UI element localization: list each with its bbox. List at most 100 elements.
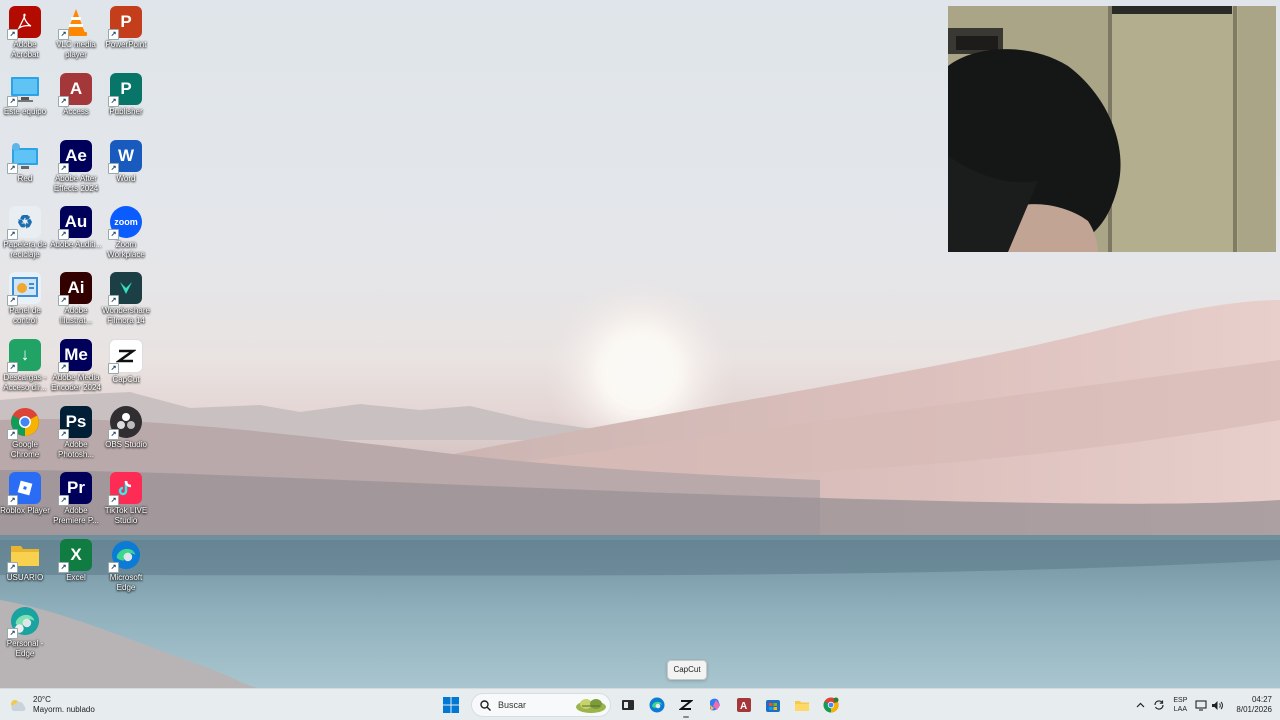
shortcut-arrow-icon: ↗ bbox=[108, 363, 119, 374]
desktop-icon-adobe-photosh[interactable]: Ps ↗ Adobe Photosh... bbox=[51, 402, 101, 460]
desktop-icon-este-equipo[interactable]: ↗ Este equipo bbox=[0, 69, 50, 117]
cloudy-weather-icon bbox=[8, 698, 28, 712]
desktop-icon-label: OBS Studio bbox=[105, 440, 147, 449]
desktop-icon-adobe-media-encoder-2024[interactable]: Me ↗ Adobe Media Encoder 2024 bbox=[51, 335, 101, 393]
copilot-taskbar-button[interactable] bbox=[702, 692, 728, 718]
shortcut-arrow-icon: ↗ bbox=[7, 562, 18, 573]
obs-studio-icon: ↗ bbox=[108, 406, 142, 440]
shortcut-arrow-icon: ↗ bbox=[108, 429, 119, 440]
shortcut-arrow-icon: ↗ bbox=[108, 229, 119, 240]
access-icon: A bbox=[737, 698, 751, 712]
store-taskbar-button[interactable] bbox=[760, 692, 786, 718]
desktop-icon-adobe-auditi[interactable]: Au ↗ Adobe Auditi... bbox=[50, 202, 102, 250]
desktop-icon-label: Word bbox=[116, 174, 136, 183]
sync-tray-button[interactable] bbox=[1153, 699, 1165, 711]
shortcut-arrow-icon: ↗ bbox=[7, 429, 18, 440]
keyboard-layout: LAA bbox=[1173, 706, 1188, 713]
adobe-auditi-icon: Au ↗ bbox=[58, 206, 92, 240]
desktop-icon-label: Publisher bbox=[109, 107, 143, 116]
quick-settings-button[interactable] bbox=[1195, 699, 1224, 711]
taskbar-clock[interactable]: 04:27 8/01/2026 bbox=[1236, 695, 1272, 715]
desktop-icon-adobe-premiere-p[interactable]: Pr ↗ Adobe Premiere P... bbox=[51, 468, 101, 526]
capcut-taskbar-button[interactable] bbox=[673, 692, 699, 718]
personal-edge-icon: ↗ bbox=[7, 605, 41, 639]
roblox-player-icon: ↗ bbox=[7, 472, 41, 506]
store-icon bbox=[766, 700, 780, 712]
red-icon: ↗ bbox=[7, 140, 41, 174]
show-hidden-icons-button[interactable] bbox=[1136, 702, 1145, 708]
folder-icon bbox=[795, 701, 809, 711]
task-view-icon bbox=[622, 700, 634, 710]
webcam-overlay bbox=[948, 6, 1276, 252]
shortcut-arrow-icon: ↗ bbox=[58, 562, 69, 573]
desktop-icon-google-chrome[interactable]: ↗ Google Chrome bbox=[0, 402, 50, 460]
desktop-icon-microsoft-edge[interactable]: ↗ Microsoft Edge bbox=[101, 535, 151, 593]
powerpoint-icon: P ↗ bbox=[108, 6, 142, 40]
task-view-button[interactable] bbox=[615, 692, 641, 718]
publisher-icon: P ↗ bbox=[108, 73, 142, 107]
desktop-icon-obs-studio[interactable]: ↗ OBS Studio bbox=[101, 402, 151, 450]
shortcut-arrow-icon: ↗ bbox=[7, 96, 18, 107]
search-highlight-icon bbox=[576, 699, 606, 713]
copilot-icon bbox=[710, 698, 720, 711]
shortcut-arrow-icon: ↗ bbox=[7, 229, 18, 240]
file-explorer-taskbar-button[interactable] bbox=[789, 692, 815, 718]
system-tray: ESP LAA 04:27 8/01/2026 bbox=[1128, 692, 1272, 718]
access-taskbar-button[interactable]: A bbox=[731, 692, 757, 718]
taskbar: 20°C Mayorm. nublado Buscar A ESP LAA 04… bbox=[0, 688, 1280, 720]
desktop-icon-wondershare-filmora-14[interactable]: ↗ Wondershare Filmora 14 bbox=[101, 268, 151, 326]
capcut-tooltip: CapCut bbox=[667, 660, 707, 680]
shortcut-arrow-icon: ↗ bbox=[7, 295, 18, 306]
input-language-button[interactable]: ESP LAA bbox=[1173, 696, 1187, 714]
weather-temperature: 20°C bbox=[33, 695, 51, 704]
shortcut-arrow-icon: ↗ bbox=[58, 429, 69, 440]
desktop-icon-label: Adobe Illustrat... bbox=[59, 306, 93, 325]
desktop-icon-panel-de-control[interactable]: ↗ Panel de control bbox=[0, 268, 50, 326]
desktop-icon-roblox-player[interactable]: ↗ Roblox Player bbox=[0, 468, 50, 516]
chrome-taskbar-button[interactable] bbox=[818, 692, 844, 718]
taskbar-apps: Buscar A bbox=[438, 692, 847, 718]
desktop-icon-label: Wondershare Filmora 14 bbox=[102, 306, 150, 325]
shortcut-arrow-icon: ↗ bbox=[58, 495, 69, 506]
desktop-icon-powerpoint[interactable]: P ↗ PowerPoint bbox=[101, 2, 151, 50]
desktop-icon-personal-edge[interactable]: ↗ Personal - Edge bbox=[0, 601, 50, 659]
word-icon: W ↗ bbox=[108, 140, 142, 174]
desktop-icon-publisher[interactable]: P ↗ Publisher bbox=[101, 69, 151, 117]
desktop-icon-adobe-illustrat[interactable]: Ai ↗ Adobe Illustrat... bbox=[51, 268, 101, 326]
shortcut-arrow-icon: ↗ bbox=[108, 295, 119, 306]
wondershare-filmora-14-icon: ↗ bbox=[108, 272, 142, 306]
weather-widget[interactable]: 20°C Mayorm. nublado bbox=[8, 694, 95, 716]
usuario-icon: ↗ bbox=[7, 539, 41, 573]
desktop-icon-descargas-acceso-dir[interactable]: ↓ ↗ Descargas - Acceso dir... bbox=[0, 335, 50, 393]
taskbar-search[interactable]: Buscar bbox=[471, 693, 611, 717]
desktop-icon-red[interactable]: ↗ Red bbox=[0, 136, 50, 184]
desktop-icon-label: Adobe After Effects 2024 bbox=[53, 174, 99, 193]
desktop-icon-label: Zoom Workplace bbox=[107, 240, 145, 259]
monitor-icon bbox=[1195, 699, 1207, 711]
desktop-icon-grid: ↗ Adobe Acrobat ↗ VLC media player P ↗ PowerPo… bbox=[0, 0, 160, 688]
desktop-icon-zoom-workplace[interactable]: zoom ↗ Zoom Workplace bbox=[101, 202, 151, 260]
shortcut-arrow-icon: ↗ bbox=[108, 96, 119, 107]
shortcut-arrow-icon: ↗ bbox=[58, 96, 69, 107]
desktop-icon-label: Access bbox=[63, 107, 89, 116]
desktop-icon-vlc-media-player[interactable]: ↗ VLC media player bbox=[51, 2, 101, 60]
desktop-icon-label: Adobe Premiere P... bbox=[53, 506, 99, 525]
shortcut-arrow-icon: ↗ bbox=[7, 163, 18, 174]
volume-icon bbox=[1212, 700, 1224, 710]
desktop-icon-access[interactable]: A ↗ Access bbox=[51, 69, 101, 117]
desktop-icon-adobe-after-effects-2024[interactable]: Ae ↗ Adobe After Effects 2024 bbox=[51, 136, 101, 194]
adobe-photosh-icon: Ps ↗ bbox=[58, 406, 92, 440]
desktop-icon-adobe-acrobat[interactable]: ↗ Adobe Acrobat bbox=[0, 2, 50, 60]
desktop-icon-tiktok-live-studio[interactable]: ↗ TikTok LIVE Studio bbox=[101, 468, 151, 526]
shortcut-arrow-icon: ↗ bbox=[7, 628, 18, 639]
shortcut-arrow-icon: ↗ bbox=[58, 229, 69, 240]
shortcut-arrow-icon: ↗ bbox=[7, 29, 18, 40]
desktop-icon-word[interactable]: W ↗ Word bbox=[101, 136, 151, 184]
desktop-icon-label: Este equipo bbox=[3, 107, 47, 116]
desktop-icon-usuario[interactable]: ↗ USUARIO bbox=[0, 535, 50, 583]
edge-taskbar-button[interactable] bbox=[644, 692, 670, 718]
start-button[interactable] bbox=[438, 692, 464, 718]
desktop-icon-papelera-de-reciclaje[interactable]: ♻ ↗ Papelera de reciclaje bbox=[0, 202, 50, 260]
desktop-icon-capcut[interactable]: ↗ CapCut bbox=[101, 335, 151, 385]
desktop-icon-excel[interactable]: X ↗ Excel bbox=[51, 535, 101, 583]
